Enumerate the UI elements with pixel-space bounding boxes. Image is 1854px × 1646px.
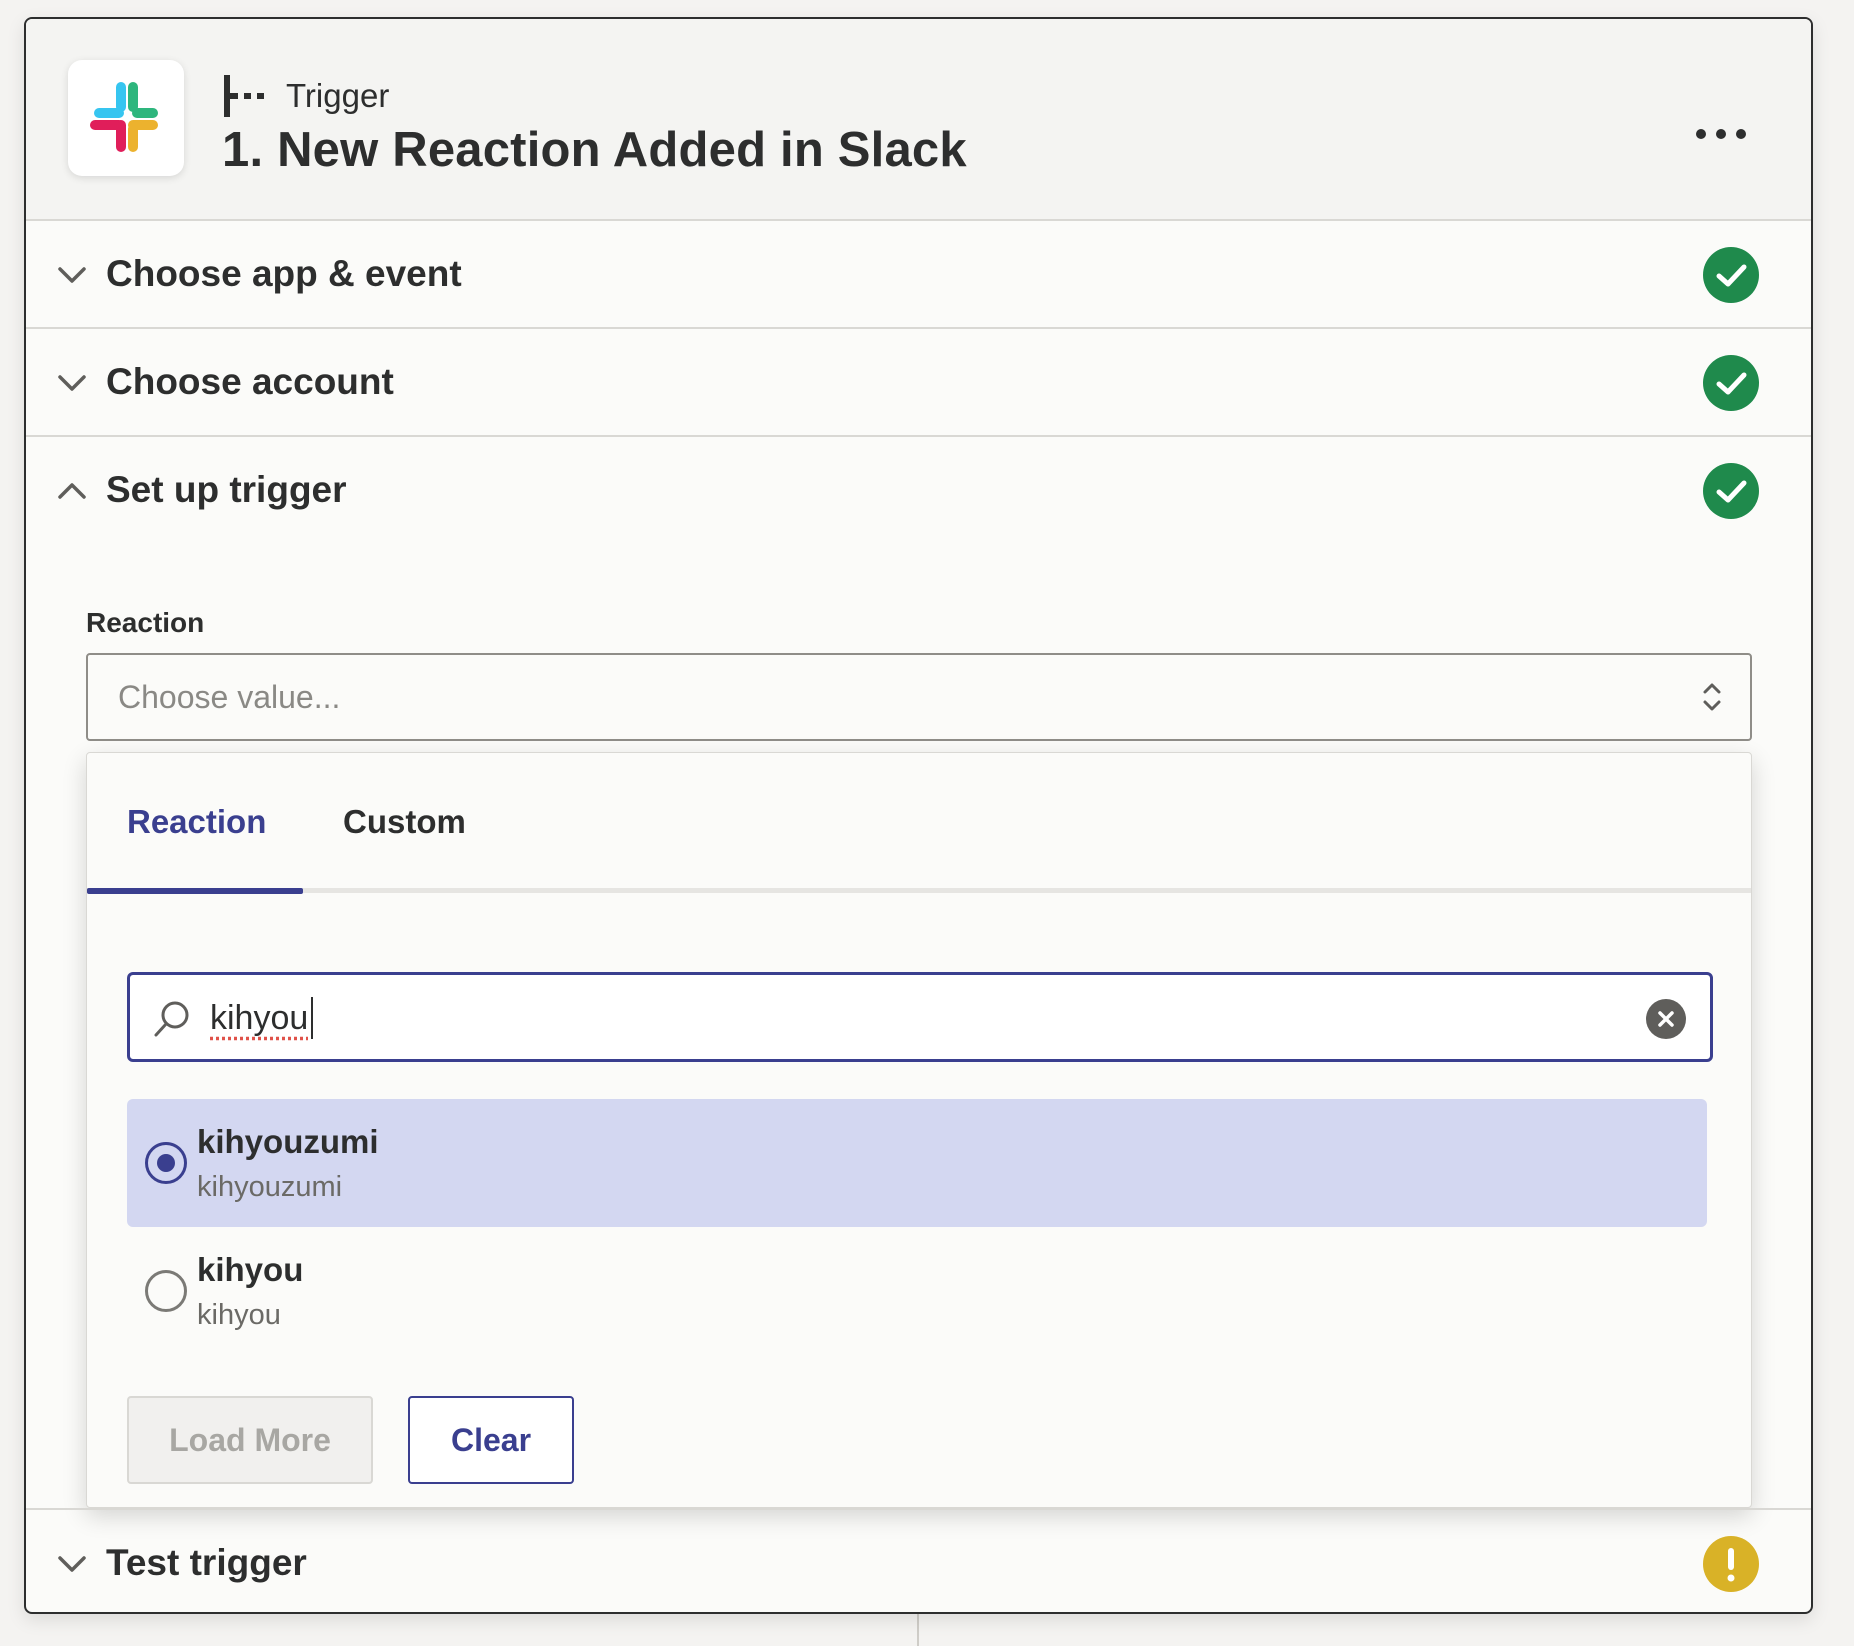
option-kihyou[interactable]: kihyou kihyou <box>127 1227 1707 1355</box>
app-tile <box>68 60 184 176</box>
search-icon <box>154 1001 189 1037</box>
dropdown-tabs: Reaction Custom <box>87 753 1751 894</box>
section-choose-app-event[interactable]: Choose app & event <box>26 221 1811 329</box>
section-label: Test trigger <box>106 1542 307 1583</box>
radio-unselected-icon[interactable] <box>145 1270 187 1312</box>
more-options-button[interactable] <box>1686 114 1756 154</box>
option-subtitle: kihyou <box>197 1299 281 1331</box>
tab-custom[interactable]: Custom <box>343 803 466 841</box>
step-header: Trigger 1. New Reaction Added in Slack <box>26 19 1811 221</box>
search-value: kihyou <box>210 999 309 1037</box>
option-subtitle: kihyouzumi <box>197 1171 343 1203</box>
option-title: kihyou <box>197 1251 304 1288</box>
step-kind-label: Trigger <box>286 77 390 114</box>
slack-logo-icon <box>90 82 158 152</box>
active-tab-indicator <box>87 888 303 894</box>
more-dot <box>1736 129 1746 139</box>
clear-button[interactable]: Clear <box>408 1396 574 1484</box>
clear-search-icon[interactable] <box>1646 999 1686 1039</box>
check-circle-icon <box>1703 355 1759 411</box>
chevron-down-icon <box>58 1556 86 1572</box>
reaction-select[interactable]: Choose value... <box>86 653 1752 741</box>
section-set-up-trigger[interactable]: Set up trigger <box>26 437 1811 545</box>
chevron-down-icon <box>58 267 86 283</box>
chevron-up-down-icon <box>1703 683 1721 711</box>
chevron-down-icon <box>58 375 86 391</box>
section-label: Choose account <box>106 361 394 402</box>
radio-selected-icon[interactable] <box>145 1142 187 1184</box>
select-placeholder: Choose value... <box>118 679 341 715</box>
check-circle-icon <box>1703 463 1759 519</box>
more-horizontal-icon <box>1696 129 1706 139</box>
field-label-reaction: Reaction <box>86 607 205 638</box>
step-kind: Trigger <box>222 74 389 118</box>
trigger-icon <box>224 75 264 117</box>
radio-dot <box>157 1154 175 1172</box>
chevron-up-icon <box>58 483 86 499</box>
step-title[interactable]: 1. New Reaction Added in Slack <box>222 122 967 178</box>
tab-reaction[interactable]: Reaction <box>127 803 266 841</box>
search-input[interactable]: kihyou <box>127 972 1713 1062</box>
load-more-button[interactable]: Load More <box>127 1396 373 1484</box>
section-label: Set up trigger <box>106 469 347 510</box>
section-test-trigger[interactable]: Test trigger <box>26 1508 1811 1612</box>
reaction-dropdown-panel: Reaction Custom kihyou kihyouzumi kihyou… <box>86 752 1752 1508</box>
more-dot <box>1716 129 1726 139</box>
check-circle-icon <box>1703 247 1759 303</box>
section-label: Choose app & event <box>106 253 462 294</box>
option-kihyouzumi[interactable]: kihyouzumi kihyouzumi <box>127 1099 1707 1227</box>
section-choose-account[interactable]: Choose account <box>26 329 1811 437</box>
text-caret <box>311 997 313 1039</box>
trigger-step-card: Trigger 1. New Reaction Added in Slack C… <box>24 17 1813 1614</box>
warning-circle-icon <box>1703 1536 1759 1592</box>
option-title: kihyouzumi <box>197 1123 379 1160</box>
